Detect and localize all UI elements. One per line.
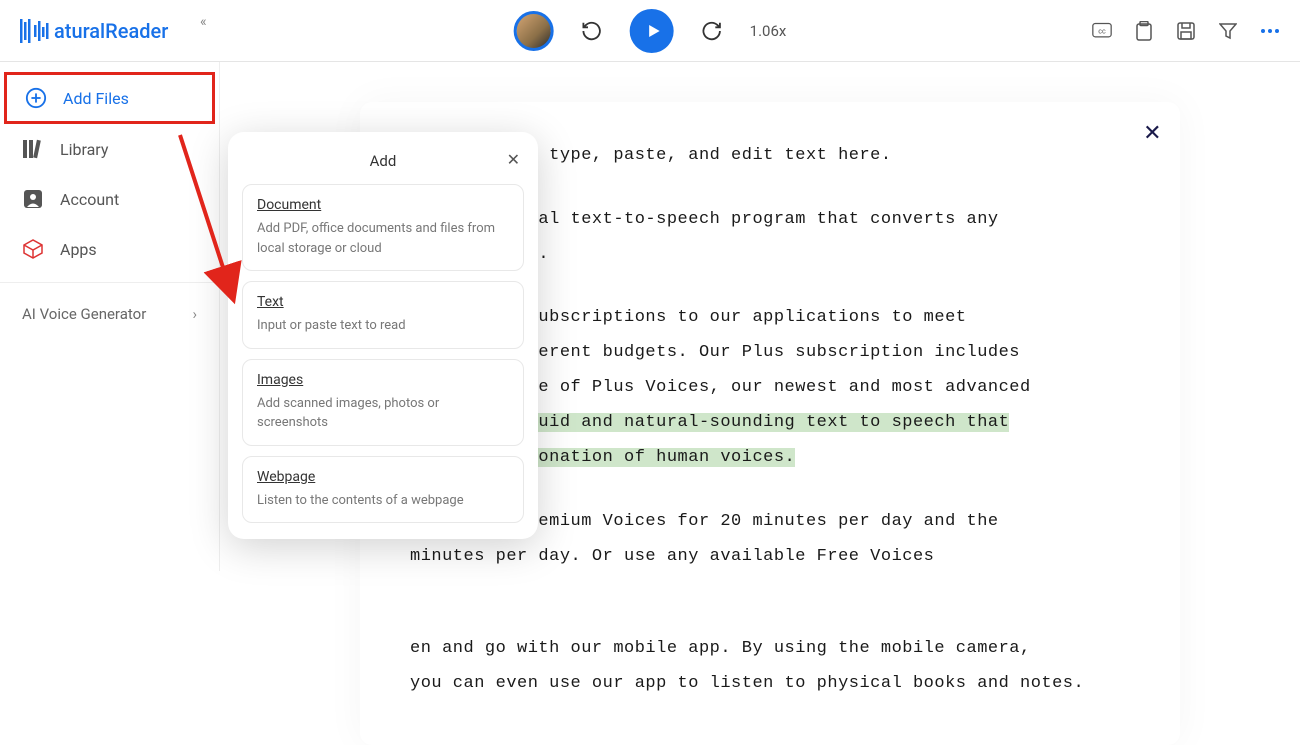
popup-option-title: Text (257, 294, 509, 310)
sidebar-item-label: AI Voice Generator (22, 305, 146, 323)
popup-option-desc: Add scanned images, photos or screenshot… (257, 394, 509, 433)
header-right-tools: cc (1092, 21, 1280, 41)
popup-option-text[interactable]: Text Input or paste text to read (242, 281, 524, 349)
doc-line: you can even use our app to listen to ph… (410, 670, 1130, 699)
popup-title: Add (370, 152, 397, 170)
sidebar-item-account[interactable]: Account (0, 174, 219, 224)
sidebar-item-ai-voice[interactable]: AI Voice Generator › (0, 291, 219, 337)
skip-forward-button[interactable] (700, 19, 724, 43)
cc-icon[interactable]: cc (1092, 21, 1112, 41)
collapse-sidebar-button[interactable]: « (200, 14, 207, 30)
close-popup-button[interactable]: ✕ (507, 150, 520, 169)
sidebar-item-label: Library (60, 140, 108, 159)
popup-option-document[interactable]: Document Add PDF, office documents and f… (242, 184, 524, 271)
apps-icon (22, 238, 44, 260)
popup-option-webpage[interactable]: Webpage Listen to the contents of a webp… (242, 456, 524, 524)
sidebar-item-label: Add Files (63, 89, 129, 108)
library-icon (22, 138, 44, 160)
app-logo[interactable]: aturalReader (20, 19, 168, 43)
popup-option-title: Document (257, 197, 509, 213)
add-files-highlight: Add Files (4, 72, 215, 124)
popup-option-images[interactable]: Images Add scanned images, photos or scr… (242, 359, 524, 446)
close-document-button[interactable]: ✕ (1143, 116, 1162, 153)
account-icon (22, 188, 44, 210)
clipboard-icon[interactable] (1134, 21, 1154, 41)
header: aturalReader « 1.06x cc (0, 0, 1300, 62)
add-popup: Add ✕ Document Add PDF, office documents… (228, 132, 538, 539)
sidebar-item-add-files[interactable]: Add Files (7, 75, 212, 121)
popup-option-title: Images (257, 372, 509, 388)
save-icon[interactable] (1176, 21, 1196, 41)
play-button[interactable] (630, 9, 674, 53)
sidebar-item-label: Account (60, 190, 119, 209)
doc-line: minutes per day. Or use any available Fr… (410, 543, 1130, 572)
player-controls: 1.06x (514, 9, 787, 53)
svg-text:cc: cc (1098, 26, 1106, 35)
voice-avatar[interactable] (514, 11, 554, 51)
popup-option-desc: Add PDF, office documents and files from… (257, 219, 509, 258)
chevron-right-icon: › (192, 305, 197, 323)
popup-option-desc: Input or paste text to read (257, 316, 509, 336)
logo-icon (20, 19, 50, 43)
sidebar-item-apps[interactable]: Apps (0, 224, 219, 274)
popup-header: Add ✕ (242, 146, 524, 184)
popup-option-title: Webpage (257, 469, 509, 485)
doc-line: en and go with our mobile app. By using … (410, 635, 1130, 664)
popup-option-desc: Listen to the contents of a webpage (257, 491, 509, 511)
skip-back-button[interactable] (580, 19, 604, 43)
sidebar: Add Files Library Account Apps (0, 62, 220, 571)
playback-speed[interactable]: 1.06x (750, 22, 787, 40)
plus-circle-icon (25, 87, 47, 109)
filter-icon[interactable] (1218, 21, 1238, 41)
more-icon[interactable] (1260, 21, 1280, 41)
logo-text: aturalReader (54, 19, 168, 43)
sidebar-item-label: Apps (60, 240, 97, 259)
sidebar-item-library[interactable]: Library (0, 124, 219, 174)
